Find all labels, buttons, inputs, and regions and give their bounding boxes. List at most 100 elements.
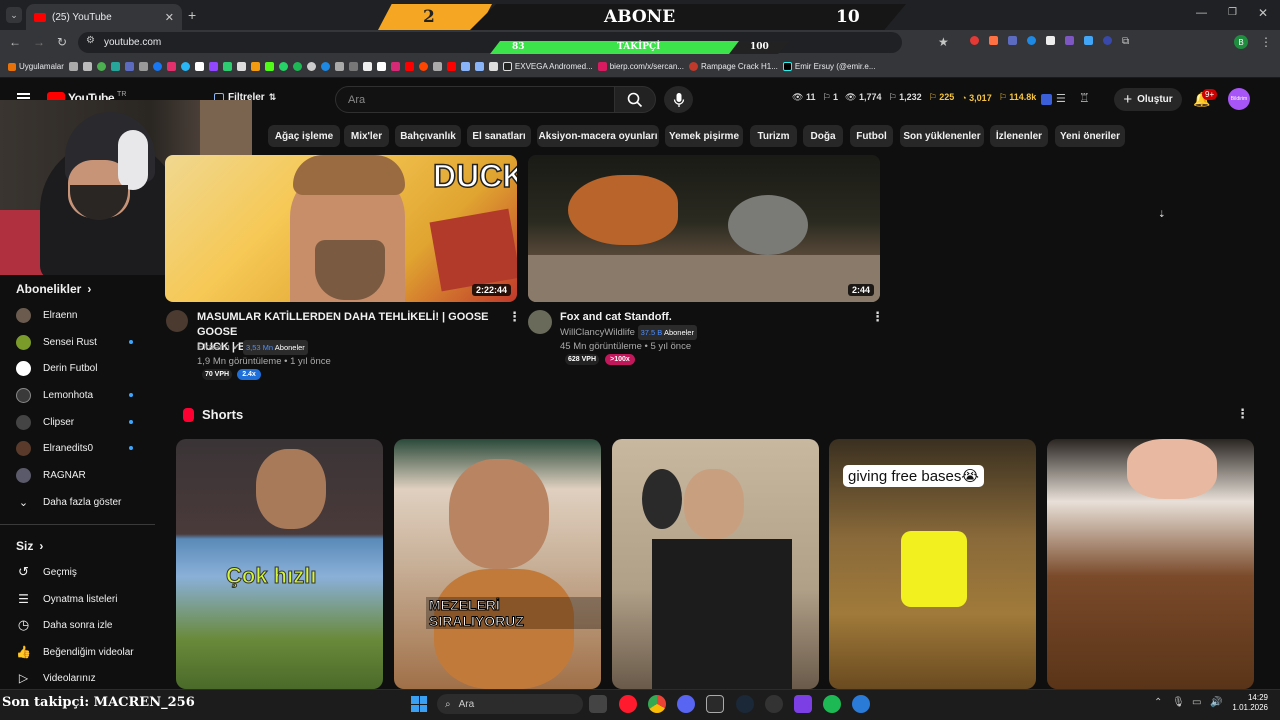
short-card[interactable]: Çok hızlı [176,439,383,689]
network-icon[interactable]: ▭ [1192,697,1201,708]
tab-close-icon[interactable]: ✕ [165,11,174,24]
bookmark-favicon[interactable] [432,62,442,71]
extension-badge-icon[interactable] [1041,94,1052,105]
close-window-icon[interactable]: ✕ [1258,6,1268,20]
taskbar-clock[interactable]: 14:29 1.01.2026 [1232,693,1268,713]
bookmark-favicon[interactable] [320,62,330,71]
bookmark-favicon[interactable] [68,62,78,71]
app-icon[interactable] [852,695,870,713]
sidebar-item-channel[interactable]: Lemonhota [16,384,136,406]
bookmark-favicon[interactable] [418,62,428,71]
bookmark-favicon[interactable] [152,62,162,71]
bookmark-favicon[interactable] [166,62,176,71]
subscriptions-heading[interactable]: Abonelikler › [16,282,91,296]
bookmark-favicon[interactable] [250,62,260,71]
bookmark-favicon[interactable] [334,62,344,71]
profile-avatar[interactable]: B [1234,35,1248,49]
chip-cooking[interactable]: Yemek pişirme [665,125,743,147]
new-tab-icon[interactable]: + [188,7,196,23]
show-more-button[interactable]: ⌄ Daha fazla göster [16,491,136,513]
bookmark-favicon[interactable] [222,62,232,71]
sidebar-item-channel[interactable]: RAGNAR [16,464,136,486]
bookmark-exvega[interactable]: EXVEGA Andromed... [502,62,593,71]
sidebar-item-channel[interactable]: Clipser [16,411,136,433]
chip-nature[interactable]: Doğa [803,125,843,147]
bookmark-folder-icon[interactable] [460,62,470,71]
chip-recently-uploaded[interactable]: Son yüklenenler [900,125,984,147]
sidebar-item-playlists[interactable]: ☰ Oynatma listeleri [16,588,136,610]
chip-mixes[interactable]: Mix'ler [344,125,389,147]
bookmark-favicon[interactable] [404,62,414,71]
short-card[interactable]: giving free bases😭 [829,439,1036,689]
spotify-icon[interactable] [823,695,841,713]
extensions-puzzle-icon[interactable]: ⧉ [1122,36,1129,47]
tab-search-icon[interactable]: ⌄ [6,7,22,23]
channel-name[interactable]: WillClancyWildlife [560,327,635,338]
search-button[interactable] [614,86,656,113]
opera-icon[interactable] [619,695,637,713]
site-info-icon[interactable]: ⚙ [86,35,95,46]
short-card[interactable]: MEZELERİ SIRALIYORUZ [394,439,601,689]
video-menu-icon[interactable]: ⋮ [508,310,521,323]
chrome-icon[interactable] [648,695,666,713]
browser-tab[interactable]: (25) YouTube ✕ [26,4,182,30]
bookmark-bierp[interactable]: bierp.com/x/sercan... [597,62,684,71]
browser-menu-icon[interactable]: ⋮ [1260,35,1272,49]
bookmark-favicon[interactable] [376,62,386,71]
short-card[interactable] [1047,439,1254,689]
video-title[interactable]: Fox and cat Standoff. [560,310,860,325]
you-heading[interactable]: Siz › [16,539,43,553]
bookmark-apps[interactable]: Uygulamalar [8,62,64,71]
video-thumbnail[interactable]: 2:44 [528,155,880,302]
create-button[interactable]: + Oluştur [1114,88,1182,111]
channel-name[interactable]: Elraenn [197,342,230,353]
back-icon[interactable]: ← [9,35,21,49]
bookmark-favicon[interactable] [194,62,204,71]
extension-icon[interactable] [989,36,998,45]
short-card[interactable] [612,439,819,689]
chip-tourism[interactable]: Turizm [750,125,797,147]
bookmark-favicon[interactable] [96,62,106,71]
sidebar-item-channel[interactable]: Derin Futbol [16,357,136,379]
minimize-icon[interactable]: — [1196,7,1207,19]
bookmark-rampage[interactable]: Rampage Crack H1... [688,62,778,71]
list-icon[interactable]: ☰ [1056,92,1066,105]
bookmark-favicon[interactable] [278,62,288,71]
bookmark-favicon[interactable] [138,62,148,71]
bookmark-favicon[interactable] [110,62,120,71]
sidebar-item-channel[interactable]: Sensei Rust [16,331,136,353]
bookmark-favicon[interactable] [292,62,302,71]
bookmark-favicon[interactable] [348,62,358,71]
chip-new-to-you[interactable]: Yeni öneriler [1055,125,1125,147]
bookmark-favicon[interactable] [264,62,274,71]
reload-icon[interactable]: ↻ [57,35,67,49]
bookmark-favicon[interactable] [208,62,218,71]
bookmark-star-icon[interactable]: ★ [938,35,949,49]
voice-search-button[interactable] [664,86,693,113]
sidebar-item-liked[interactable]: 👍 Beğendiğim videolar [16,641,136,663]
search-input[interactable]: Ara [335,86,615,113]
sidebar-item-your-videos[interactable]: ▷ Videolarınız [16,667,136,689]
bookmark-favicon[interactable] [446,62,456,71]
tray-overflow-icon[interactable]: ⌃ [1154,697,1162,708]
discord-icon[interactable] [677,695,695,713]
maximize-icon[interactable]: ❐ [1228,7,1237,18]
bookmark-favicon[interactable] [82,62,92,71]
bookmark-favicon[interactable] [124,62,134,71]
extension-icon[interactable] [1027,36,1036,45]
chip-watched[interactable]: İzlenenler [990,125,1048,147]
chip-football[interactable]: Futbol [850,125,893,147]
sidebar-item-watch-later[interactable]: ◷ Daha sonra izle [16,614,136,636]
bookmark-favicon[interactable] [306,62,316,71]
extension-icon[interactable] [970,36,979,45]
chip-action-adventure[interactable]: Aksiyon-macera oyunları [537,125,659,147]
chip-crafts[interactable]: El sanatları [467,125,531,147]
sidebar-item-channel[interactable]: Elraenn [16,304,136,326]
bookmark-favicon[interactable] [236,62,246,71]
extension-icon[interactable] [1103,36,1112,45]
bookmark-favicon[interactable] [390,62,400,71]
bookmark-favicon[interactable] [180,62,190,71]
steam-icon[interactable] [736,695,754,713]
bookmark-favicon[interactable] [488,62,498,71]
extension-icon[interactable] [1084,36,1093,45]
